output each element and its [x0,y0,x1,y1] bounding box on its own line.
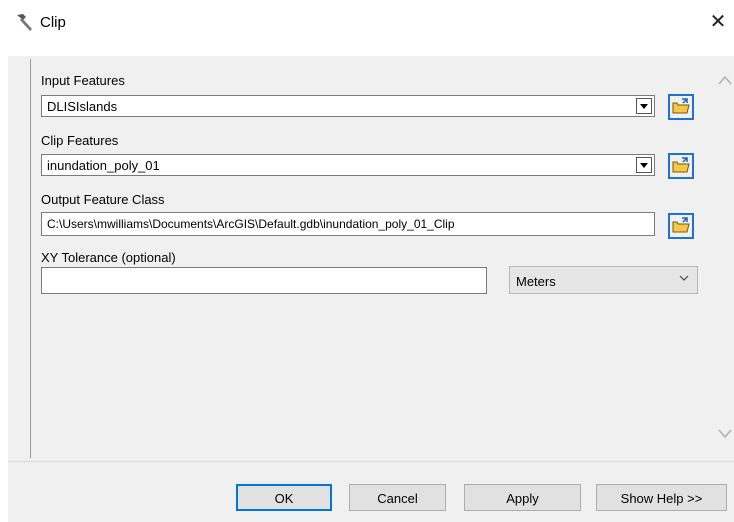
units-select[interactable]: Meters [509,266,698,294]
title-bar: Clip ✕ [0,0,734,56]
cancel-button[interactable]: Cancel [349,484,446,511]
xy-tolerance-label: XY Tolerance (optional) [41,250,176,265]
chevron-down-icon [679,275,689,281]
folder-icon [672,98,690,114]
units-value: Meters [516,274,556,289]
folder-icon [672,157,690,173]
clip-features-value: inundation_poly_01 [47,158,160,173]
input-features-value: DLISIslands [47,99,118,114]
chevron-down-icon[interactable] [636,98,652,114]
scroll-down-icon[interactable] [718,428,732,440]
close-button[interactable]: ✕ [706,10,730,34]
input-features-combo[interactable]: DLISIslands [41,95,655,117]
window-title: Clip [40,14,66,31]
output-feature-class-label: Output Feature Class [41,192,165,207]
chevron-down-icon[interactable] [636,157,652,173]
output-feature-class-value: C:\Users\mwilliams\Documents\ArcGIS\Defa… [47,217,455,231]
scroll-up-icon[interactable] [718,74,732,86]
hammer-icon [17,14,32,31]
folder-icon [672,217,690,233]
output-feature-class-input[interactable]: C:\Users\mwilliams\Documents\ArcGIS\Defa… [41,212,655,236]
input-features-label: Input Features [41,73,125,88]
output-feature-class-browse-button[interactable] [668,213,694,239]
ok-button[interactable]: OK [236,484,332,511]
xy-tolerance-input[interactable] [41,267,487,294]
show-help-button[interactable]: Show Help >> [596,484,727,511]
clip-features-browse-button[interactable] [668,153,694,179]
clip-features-combo[interactable]: inundation_poly_01 [41,154,655,176]
clip-features-label: Clip Features [41,133,119,148]
input-features-browse-button[interactable] [668,94,694,120]
apply-button[interactable]: Apply [464,484,581,511]
